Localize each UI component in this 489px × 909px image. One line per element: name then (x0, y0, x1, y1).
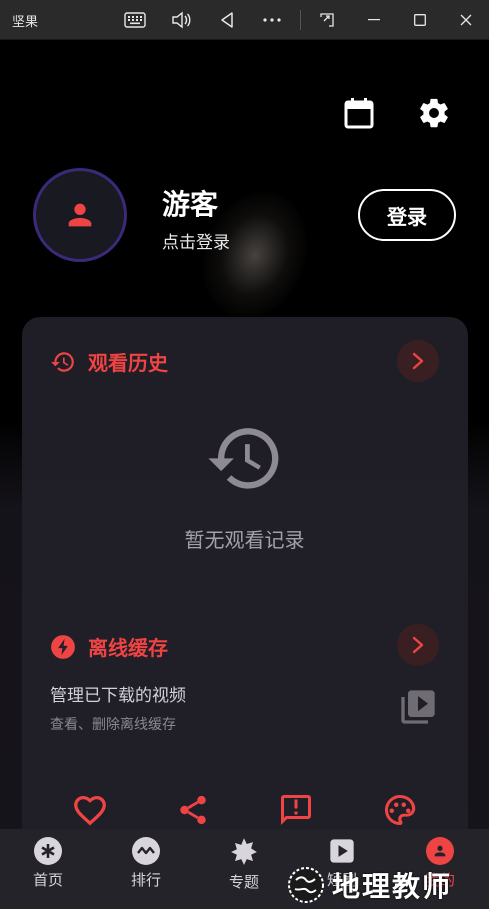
feedback-icon[interactable] (278, 792, 314, 832)
offline-item-subtitle: 查看、删除离线缓存 (50, 717, 176, 733)
bolt-icon (51, 634, 75, 659)
wave-icon (132, 837, 160, 865)
back-triangle-icon[interactable] (213, 6, 241, 34)
history-more-button[interactable] (397, 340, 439, 382)
person-icon (426, 837, 454, 865)
watermark-text: 地理教师 (332, 870, 453, 903)
nav-label-topics: 专题 (228, 873, 259, 891)
offline-section-title[interactable]: 离线缓存 (50, 632, 168, 661)
volume-icon[interactable] (167, 6, 195, 34)
app-screen: 游客 点击登录 登录 观看历史 暂无观看记录 离线缓存 管理已下载的视频 查看、… (0, 40, 489, 909)
nav-item-topics[interactable]: 专题 (209, 837, 279, 892)
history-icon (51, 351, 74, 372)
share-icon[interactable] (176, 792, 210, 832)
history-title-label: 观看历史 (88, 351, 168, 375)
nav-item-ranking[interactable]: 排行 (111, 837, 181, 890)
nav-label-home: 首页 (32, 871, 63, 889)
calendar-icon[interactable] (342, 96, 376, 130)
nav-label-ranking: 排行 (130, 871, 161, 889)
play-icon (330, 839, 354, 863)
minimize-icon[interactable] (360, 6, 388, 34)
video-library-icon[interactable] (398, 687, 438, 731)
asterisk-icon (34, 837, 62, 865)
titlebar-divider (300, 10, 301, 30)
maximize-icon[interactable] (406, 6, 434, 34)
palette-icon[interactable] (382, 792, 418, 832)
heart-icon[interactable] (72, 792, 108, 830)
more-icon[interactable] (258, 6, 286, 34)
settings-gear-icon[interactable] (416, 95, 452, 131)
nav-item-home[interactable]: 首页 (13, 837, 83, 890)
login-hint[interactable]: 点击登录 (162, 228, 230, 253)
offline-title-label: 离线缓存 (88, 636, 168, 660)
burst-icon (231, 838, 257, 865)
user-name: 游客 (162, 188, 219, 221)
globe-logo-icon (288, 867, 324, 903)
window-titlebar: 坚果 (0, 0, 489, 40)
chevron-right-icon (412, 636, 424, 654)
watermark: 地理教师 (286, 862, 452, 908)
window-snap-icon[interactable] (313, 6, 341, 34)
history-empty-text: 暂无观看记录 (184, 528, 305, 552)
avatar[interactable] (33, 168, 127, 262)
close-icon[interactable] (452, 6, 480, 34)
history-section-title[interactable]: 观看历史 (50, 347, 168, 376)
window-title: 坚果 (12, 15, 39, 30)
history-empty-icon (206, 425, 284, 499)
keyboard-icon[interactable] (121, 6, 149, 34)
offline-more-button[interactable] (397, 624, 439, 666)
person-icon (68, 203, 92, 227)
chevron-right-icon (412, 352, 424, 370)
offline-item-title[interactable]: 管理已下载的视频 (50, 681, 186, 706)
login-button[interactable]: 登录 (358, 189, 456, 241)
